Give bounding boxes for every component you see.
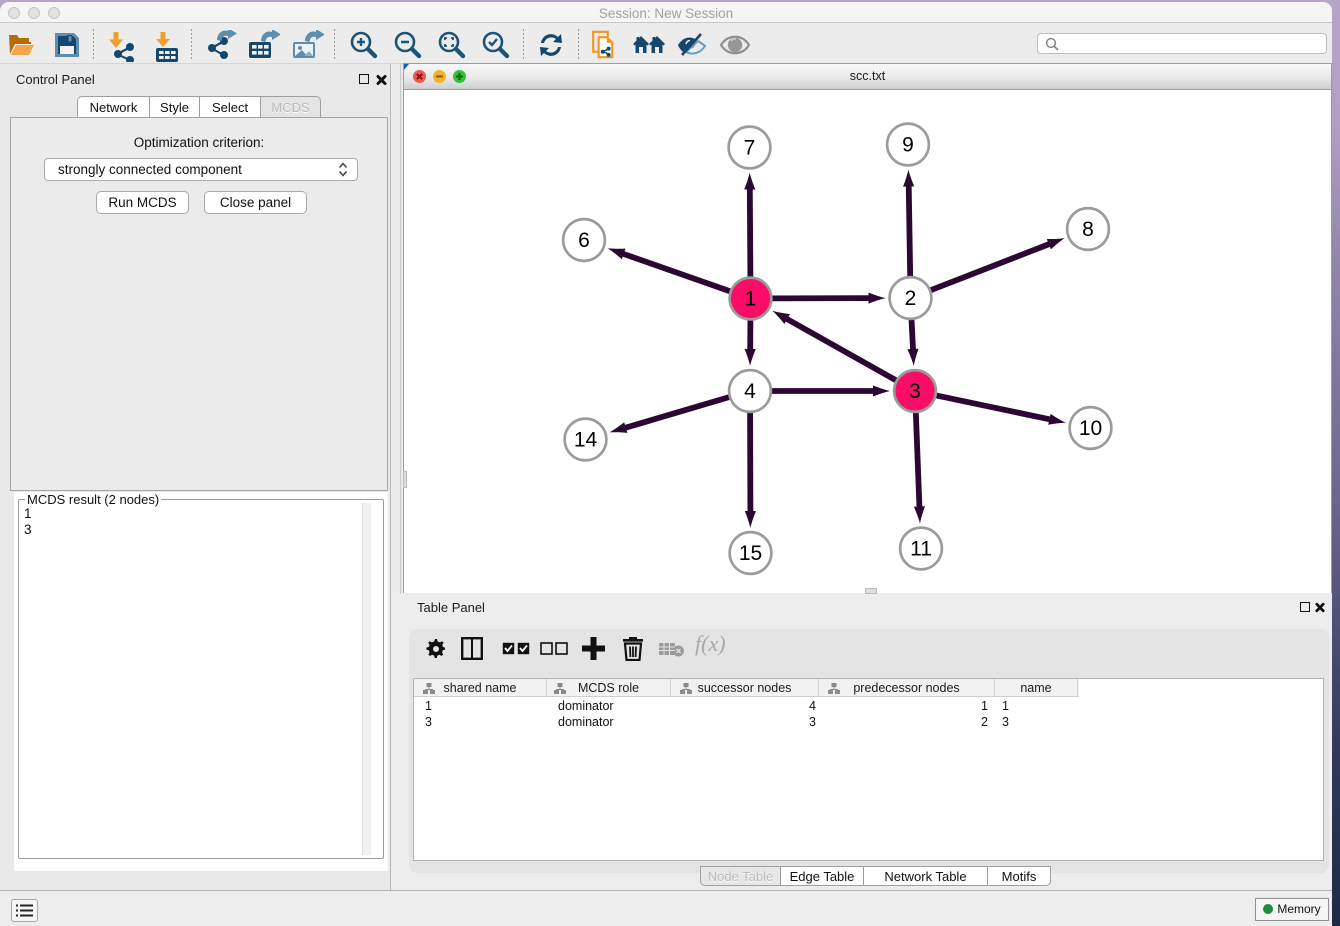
svg-text:15: 15: [739, 542, 762, 565]
svg-text:9: 9: [902, 134, 914, 157]
svg-text:6: 6: [578, 229, 590, 252]
svg-text:2: 2: [905, 287, 917, 310]
svg-text:11: 11: [910, 538, 932, 561]
svg-text:4: 4: [744, 380, 756, 403]
svg-text:14: 14: [574, 429, 598, 452]
svg-text:7: 7: [744, 137, 756, 160]
svg-text:8: 8: [1082, 218, 1094, 241]
svg-text:10: 10: [1079, 417, 1102, 440]
svg-text:3: 3: [909, 380, 921, 403]
svg-text:1: 1: [745, 288, 757, 311]
